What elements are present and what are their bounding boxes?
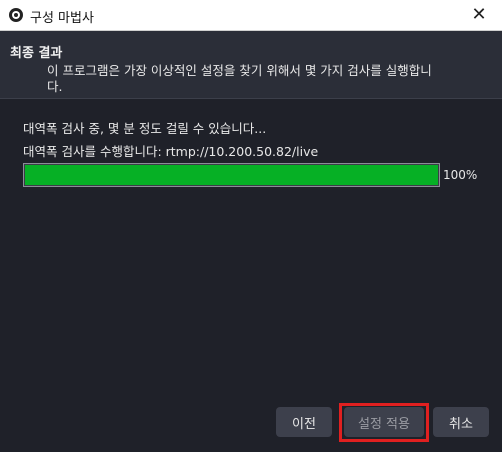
obs-logo-icon <box>9 8 23 22</box>
progress-percent: 100% <box>443 168 478 182</box>
page-title: 최종 결과 <box>10 46 63 61</box>
cancel-button[interactable]: 취소 <box>433 407 489 437</box>
close-button[interactable]: ✕ <box>456 0 502 30</box>
status-text: 대역폭 검사 중, 몇 분 정도 걸릴 수 있습니다... <box>23 121 267 136</box>
bandwidth-test-target: 대역폭 검사를 수행합니다: rtmp://10.200.50.82/live <box>23 144 319 159</box>
wizard-header: 최종 결과 이 프로그램은 가장 이상적인 설정을 찾기 위해서 몇 가지 검사… <box>0 31 502 99</box>
page-description: 이 프로그램은 가장 이상적인 설정을 찾기 위해서 몇 가지 검사를 실행합니… <box>47 63 432 94</box>
progress-bar <box>23 163 440 187</box>
window-title: 구성 마법사 <box>30 11 94 26</box>
progress-fill <box>25 165 438 185</box>
back-button[interactable]: 이전 <box>276 407 332 437</box>
title-bar: 구성 마법사 ✕ <box>0 0 502 31</box>
apply-settings-button[interactable]: 설정 적용 <box>344 407 424 437</box>
